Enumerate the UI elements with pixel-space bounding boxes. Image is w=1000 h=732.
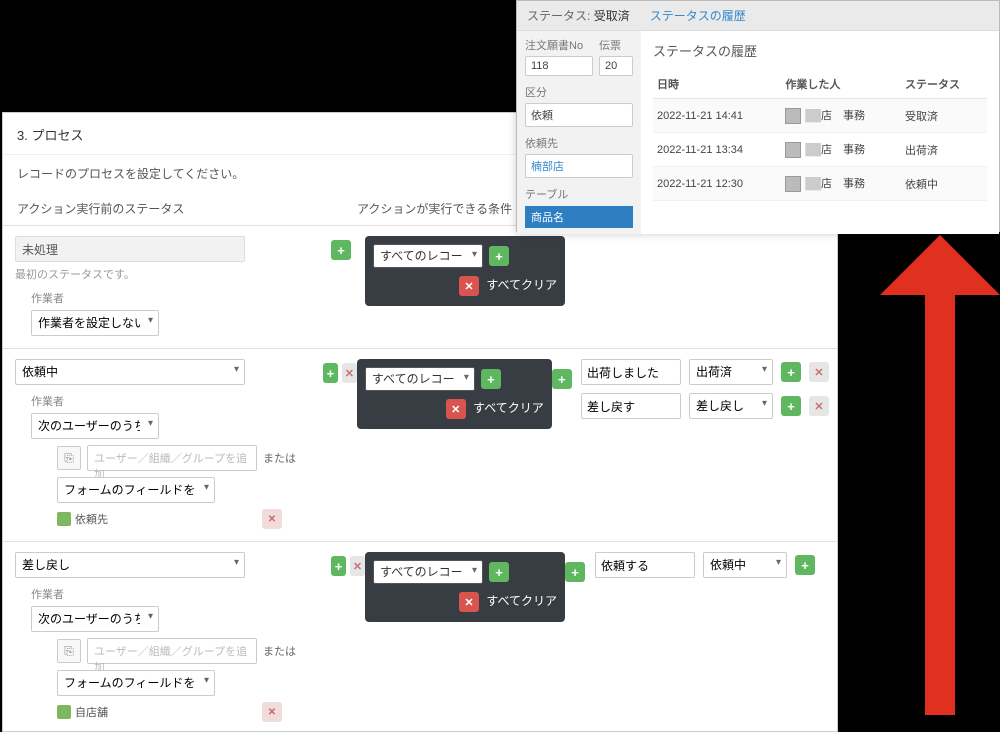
avatar-icon [785, 176, 801, 192]
user-add-input[interactable]: ユーザー／組織／グループを追加 [87, 638, 257, 664]
history-table: 日時 作業した人 ステータス 2022-11-21 14:41 ██店 事務 受… [653, 70, 987, 201]
form-field-select[interactable]: フォームのフィールドを追加 [57, 670, 215, 696]
table-label: テーブル [525, 186, 633, 202]
add-status-button[interactable]: + [331, 556, 346, 576]
worker-label: 作業者 [31, 586, 331, 602]
or-label: または [263, 450, 296, 466]
remove-user-button[interactable]: ✕ [262, 509, 282, 529]
clear-icon[interactable]: ✕ [459, 276, 479, 296]
remove-status-button[interactable]: ✕ [342, 363, 357, 383]
condition-box: すべてのレコード + ✕ すべてクリア [365, 552, 565, 622]
add-branch-button[interactable]: + [565, 562, 585, 582]
status-select[interactable]: 依頼中 [15, 359, 245, 385]
condition-select[interactable]: すべてのレコード [373, 560, 483, 584]
remove-user-button[interactable]: ✕ [262, 702, 282, 722]
clear-all[interactable]: ✕ すべてクリア [373, 592, 557, 612]
popup-title: ステータスの履歴 [653, 41, 987, 60]
status-value: 受取済 [594, 9, 630, 23]
condition-select[interactable]: すべてのレコード [373, 244, 483, 268]
first-status-note: 最初のステータスです。 [15, 266, 331, 282]
condition-select[interactable]: すべてのレコード [365, 367, 475, 391]
record-fields: 注文願書No 118 伝票 20 区分 依頼 依頼先 楠部店 テーブル 商品名 [517, 31, 641, 234]
remove-action-button[interactable]: ✕ [809, 362, 829, 382]
field-value-link[interactable]: 楠部店 [525, 154, 633, 178]
table-header: 商品名 [525, 206, 633, 228]
history-popup: ステータスの履歴 日時 作業した人 ステータス 2022-11-21 14:41… [641, 31, 999, 234]
add-condition-button[interactable]: + [489, 246, 509, 266]
action-name-input[interactable] [595, 552, 695, 578]
add-status-button[interactable]: + [323, 363, 338, 383]
condition-box: すべてのレコード + ✕ すべてクリア [357, 359, 552, 429]
add-action-button[interactable]: + [795, 555, 815, 575]
status-history-overlay: ステータス: 受取済 ステータスの履歴 注文願書No 118 伝票 20 区分 … [516, 0, 1000, 232]
action-name-input[interactable] [581, 359, 681, 385]
add-action-button[interactable]: + [781, 362, 801, 382]
history-row: 2022-11-21 14:41 ██店 事務 受取済 [653, 99, 987, 133]
add-condition-button[interactable]: + [489, 562, 509, 582]
org-picker-icon[interactable]: ⎘ [57, 446, 81, 470]
add-status-button[interactable]: + [331, 240, 351, 260]
status-select[interactable]: 差し戻し [15, 552, 245, 578]
worker-select[interactable]: 次のユーザーのうち1人 [31, 413, 159, 439]
col-status: ステータス [901, 70, 987, 99]
remove-action-button[interactable]: ✕ [809, 396, 829, 416]
field-value: 118 [525, 56, 593, 76]
add-branch-button[interactable]: + [552, 369, 572, 389]
field-label: 伝票 [599, 37, 633, 53]
or-label: または [263, 643, 296, 659]
remove-status-button[interactable]: ✕ [350, 556, 365, 576]
overlay-header: ステータス: 受取済 ステータスの履歴 [517, 1, 999, 31]
field-label: 注文願書No [525, 37, 593, 53]
next-status-select[interactable]: 差し戻し [689, 393, 773, 419]
condition-box: すべてのレコード + ✕ すべてクリア [365, 236, 565, 306]
user-chip: 依頼先 ✕ [57, 509, 323, 529]
status-history-link[interactable]: ステータスの履歴 [650, 7, 746, 24]
user-chip: 自店舗 ✕ [57, 702, 331, 722]
user-icon [57, 705, 71, 719]
clear-all[interactable]: ✕ すべてクリア [373, 276, 557, 296]
add-action-button[interactable]: + [781, 396, 801, 416]
field-label: 区分 [525, 84, 633, 100]
avatar-icon [785, 108, 801, 124]
history-row: 2022-11-21 12:30 ██店 事務 依頼中 [653, 167, 987, 201]
avatar-icon [785, 142, 801, 158]
worker-select[interactable]: 作業者を設定しない [31, 310, 159, 336]
action-name-input[interactable] [581, 393, 681, 419]
status-name-disabled: 未処理 [15, 236, 245, 262]
process-row: 未処理 最初のステータスです。 作業者 作業者を設定しない + すべてのレコード… [3, 225, 837, 348]
clear-all[interactable]: ✕ すべてクリア [365, 399, 544, 419]
next-status-select[interactable]: 依頼中 [703, 552, 787, 578]
annotation-arrow [850, 235, 1000, 715]
field-value: 20 [599, 56, 633, 76]
form-field-select[interactable]: フォームのフィールドを追加 [57, 477, 215, 503]
history-row: 2022-11-21 13:34 ██店 事務 出荷済 [653, 133, 987, 167]
worker-label: 作業者 [31, 393, 323, 409]
col-header-status: アクション実行前のステータス [17, 200, 357, 217]
process-row: 依頼中 作業者 次のユーザーのうち1人 ⎘ ユーザー／組織／グループを追加 また… [3, 348, 837, 541]
col-user: 作業した人 [781, 70, 901, 99]
add-condition-button[interactable]: + [481, 369, 501, 389]
field-label: 依頼先 [525, 135, 633, 151]
clear-icon[interactable]: ✕ [446, 399, 466, 419]
status-label: ステータス: [527, 9, 590, 23]
worker-select[interactable]: 次のユーザーのうち1人 [31, 606, 159, 632]
clear-icon[interactable]: ✕ [459, 592, 479, 612]
org-picker-icon[interactable]: ⎘ [57, 639, 81, 663]
next-status-select[interactable]: 出荷済 [689, 359, 773, 385]
user-icon [57, 512, 71, 526]
field-value: 依頼 [525, 103, 633, 127]
process-row: 差し戻し 作業者 次のユーザーのうち1人 ⎘ ユーザー／組織／グループを追加 ま… [3, 541, 837, 732]
col-datetime: 日時 [653, 70, 781, 99]
worker-label: 作業者 [31, 290, 331, 306]
user-add-input[interactable]: ユーザー／組織／グループを追加 [87, 445, 257, 471]
